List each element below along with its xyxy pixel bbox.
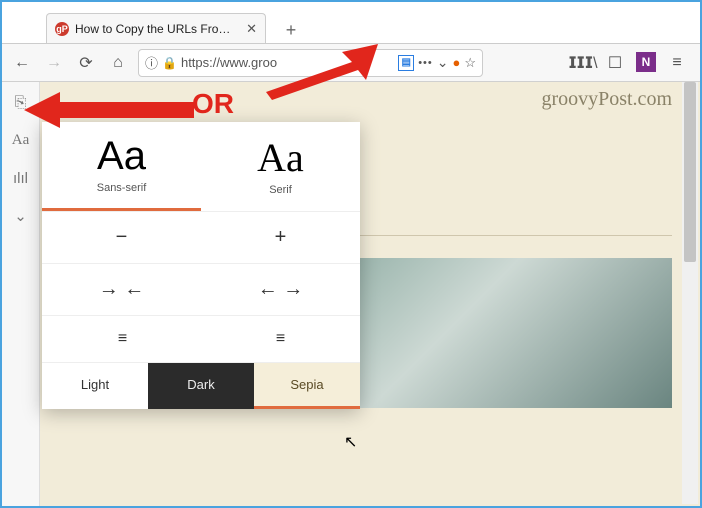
page-actions-icon[interactable]: ••• (418, 57, 433, 69)
type-controls-popup: Aa Sans-serif Aa Serif − + → ← ← → ≡ ≡ L… (42, 122, 360, 409)
font-sans-option[interactable]: Aa Sans-serif (42, 122, 201, 211)
reader-sidebar: ⎘ Aa ılıl ⌄ (2, 82, 40, 506)
firefox-indicator-icon: ● (452, 55, 460, 70)
sidebar-toggle-icon[interactable]: ☐ (604, 52, 626, 74)
library-icon[interactable]: 𝗜𝗜𝗜\ (572, 52, 594, 74)
annotation-arrow-right (248, 44, 378, 105)
new-tab-button[interactable]: + (278, 17, 304, 43)
app-menu-icon[interactable]: ≡ (666, 52, 688, 74)
onenote-icon[interactable]: N (636, 52, 656, 72)
pocket-icon[interactable]: ⌄ (437, 54, 449, 71)
tab-favicon: gP (55, 22, 69, 36)
mouse-cursor-icon: ↖ (344, 432, 357, 452)
home-button[interactable]: ⌂ (106, 51, 130, 75)
font-size-decrease[interactable]: − (42, 212, 201, 263)
vertical-scrollbar[interactable] (682, 82, 698, 504)
reload-button[interactable]: ⟳ (74, 51, 98, 75)
lock-icon: 🔒 (162, 56, 177, 70)
bookmark-star-icon[interactable]: ☆ (464, 55, 476, 71)
font-size-increase[interactable]: + (201, 212, 360, 263)
font-sample-sans: Aa (97, 136, 146, 176)
site-info-icon[interactable]: ⓘ (145, 53, 158, 72)
content-width-decrease[interactable]: → ← (42, 264, 201, 315)
tab-strip: gP How to Copy the URLs From Al ✕ + (2, 10, 700, 44)
tab-close-icon[interactable]: ✕ (246, 21, 257, 37)
font-sample-serif: Aa (257, 138, 304, 178)
theme-light[interactable]: Light (42, 363, 148, 409)
narrate-icon[interactable]: ılıl (9, 166, 33, 190)
browser-tab[interactable]: gP How to Copy the URLs From Al ✕ (46, 13, 266, 43)
back-button[interactable]: ← (10, 51, 34, 75)
annotation-or-label: OR (192, 88, 234, 120)
site-brand: groovyPost.com (541, 88, 672, 111)
line-height-decrease[interactable]: ≡ (42, 316, 201, 362)
content-width-increase[interactable]: ← → (201, 264, 360, 315)
tab-title: How to Copy the URLs From Al (75, 22, 240, 36)
theme-sepia[interactable]: Sepia (254, 363, 360, 409)
theme-dark[interactable]: Dark (148, 363, 254, 409)
annotation-arrow-left (24, 90, 194, 135)
reader-mode-icon[interactable]: ▤ (398, 55, 414, 71)
font-serif-option[interactable]: Aa Serif (201, 122, 360, 211)
save-pocket-icon[interactable]: ⌄ (9, 204, 33, 228)
scrollbar-thumb[interactable] (684, 82, 696, 262)
line-height-increase[interactable]: ≡ (201, 316, 360, 362)
forward-button: → (42, 51, 66, 75)
